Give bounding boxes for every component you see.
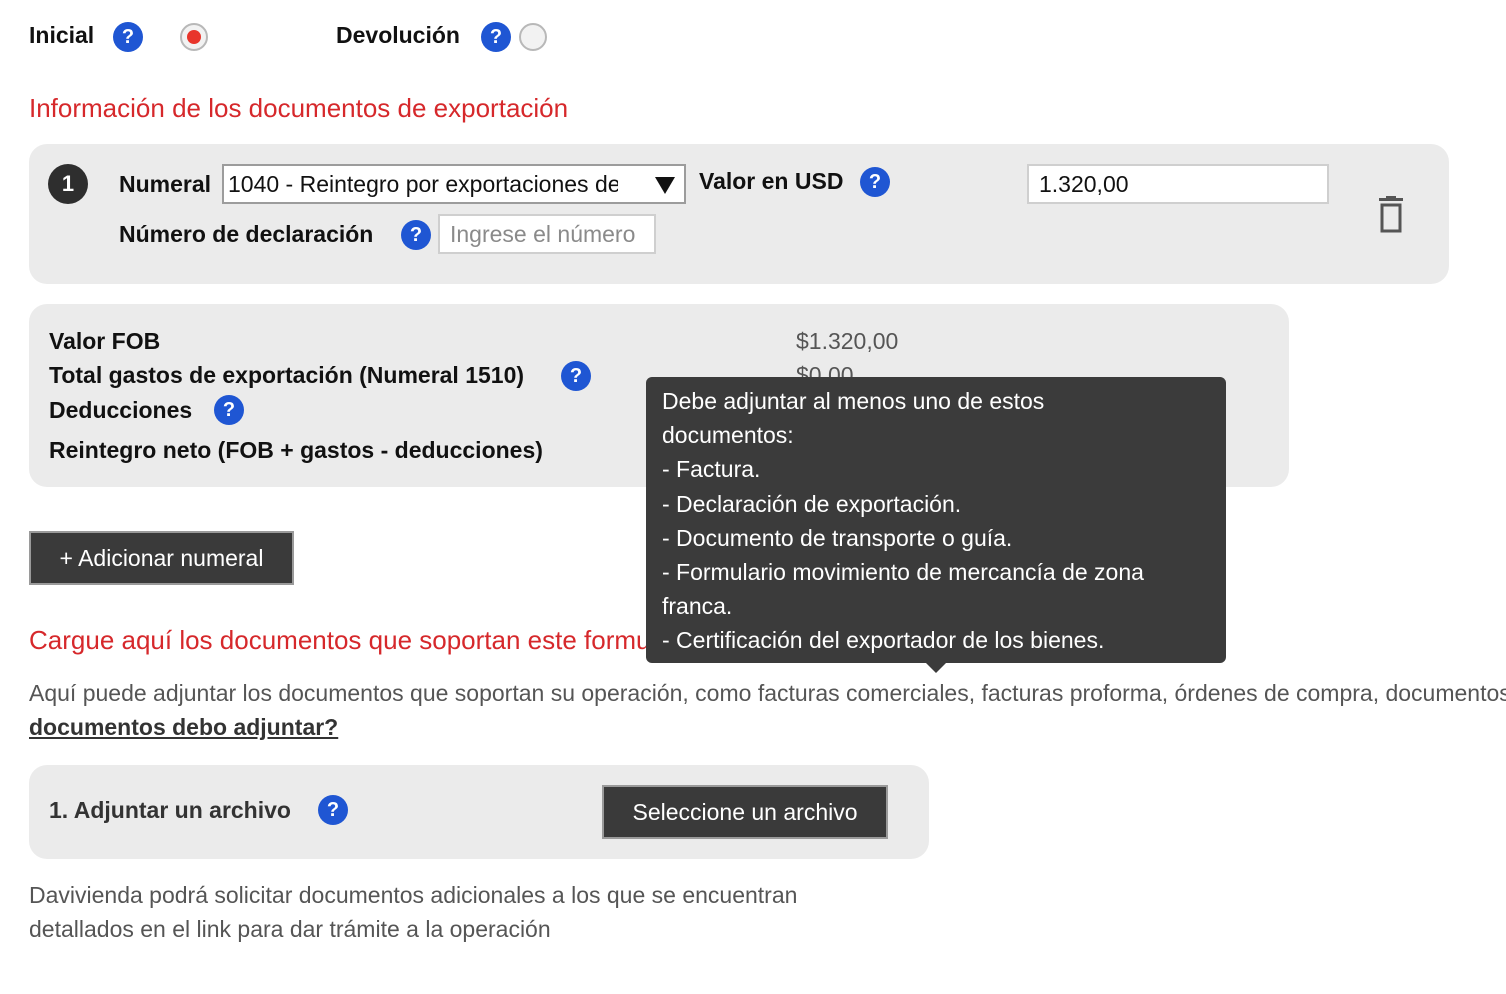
tooltip-line: - Declaración de exportación. [662,490,962,517]
numeral-select[interactable]: 1040 - Reintegro por exportaciones de [222,164,686,204]
fob-label: Valor FOB [49,328,161,354]
note-line-1: Davivienda podrá solicitar documentos ad… [29,882,798,908]
numeral-label: Numeral [119,171,212,197]
add-numeral-button[interactable]: + Adicionar numeral [29,531,294,585]
tooltip-line: - Formulario movimiento de mercancía de … [662,559,1144,586]
return-radio[interactable] [519,23,547,51]
deductions-label: Deducciones [49,397,193,423]
upload-description: Aquí puede adjuntar los documentos que s… [29,680,1506,706]
upload-title: Cargue aquí los documentos que soportan … [29,625,700,655]
numeral-panel: 1 Numeral 1040 - Reintegro por exportaci… [29,144,1449,284]
declaration-number-input[interactable]: Ingrese el número [438,214,656,254]
tooltip-line: - Certificación del exportador de los bi… [662,627,1105,654]
required-docs-link[interactable]: documentos debo adjuntar? [29,714,338,741]
export-docs-title: Información de los documentos de exporta… [29,93,569,123]
chevron-down-icon [655,177,675,194]
expenses-label: Total gastos de exportación (Numeral 151… [49,362,525,388]
net-refund-label: Reintegro neto (FOB + gastos - deduccion… [49,437,543,463]
declaration-label: Número de declaración [119,221,374,247]
help-icon[interactable]: ? [318,795,348,825]
help-icon[interactable]: ? [113,22,143,52]
fob-value: $1.320,00 [796,328,899,354]
help-icon[interactable]: ? [561,361,591,391]
tooltip-line: - Factura. [662,456,761,483]
help-icon[interactable]: ? [401,220,431,250]
attach-panel: 1. Adjuntar un archivo ? Seleccione un a… [29,765,929,859]
usd-value-input[interactable]: 1.320,00 [1027,164,1329,204]
tooltip-line: Debe adjuntar al menos uno de estos [662,388,1045,414]
usd-label: Valor en USD [699,168,844,194]
help-icon[interactable]: ? [860,167,890,197]
tooltip-line: - Documento de transporte o guía. [662,524,1013,551]
help-icon[interactable]: ? [214,395,244,425]
required-docs-tooltip: Debe adjuntar al menos uno de estos docu… [646,377,1226,673]
trash-icon[interactable] [1375,196,1407,234]
numeral-select-value: 1040 - Reintegro por exportaciones de [228,170,618,197]
select-file-button[interactable]: Seleccione un archivo [602,785,888,839]
initial-label: Inicial [29,22,95,48]
return-label: Devolución [336,22,460,48]
item-index-badge: 1 [48,164,88,204]
tooltip-line: documentos: [662,422,794,449]
note-line-2: detallados en el link para dar trámite a… [29,916,551,942]
attach-file-label: 1. Adjuntar un archivo [49,797,291,823]
initial-radio[interactable] [180,23,208,51]
tooltip-line: franca. [662,593,733,620]
help-icon[interactable]: ? [481,22,511,52]
